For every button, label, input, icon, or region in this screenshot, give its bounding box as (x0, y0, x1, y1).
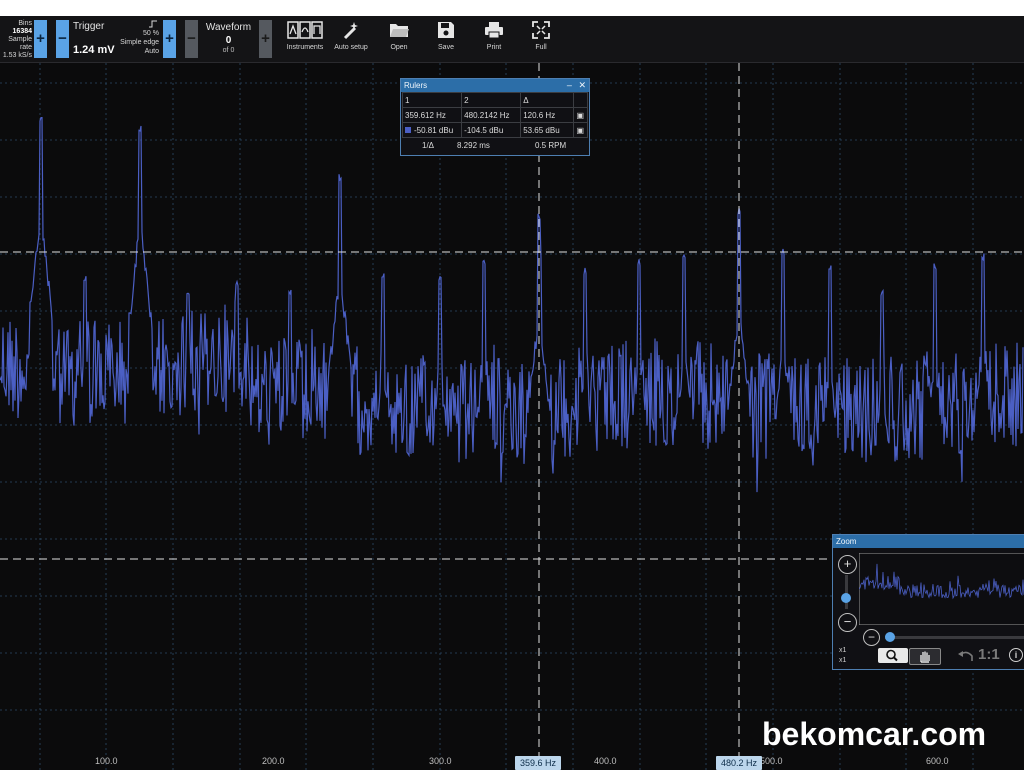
fullscreen-icon (532, 21, 550, 39)
waveform-count: of 0 (222, 47, 235, 54)
waveform-panel: Waveform 0 of 0 (200, 20, 257, 58)
bins-plus-button[interactable]: + (34, 20, 47, 58)
magnifier-icon (886, 649, 898, 662)
open-button[interactable]: Open (376, 18, 422, 60)
print-button[interactable]: Print (471, 18, 517, 60)
waveform-value: 0 (225, 35, 232, 46)
minimize-icon[interactable]: – (567, 80, 572, 90)
instruments-button[interactable]: Instruments (282, 18, 328, 60)
y-scale-readout: x1 (839, 657, 847, 664)
x-tick-500: 500.0 (760, 756, 783, 766)
close-icon[interactable]: ✕ (578, 80, 586, 90)
ruler-1-tag[interactable]: 359.6 Hz (515, 756, 562, 770)
trigger-percent: 50 % (143, 30, 159, 37)
save-label: Save (438, 44, 454, 51)
waveform-label: Waveform (205, 22, 252, 33)
auto-setup-button[interactable]: Auto setup (328, 18, 374, 60)
ruler-1-freq: 359.612 Hz (401, 107, 463, 123)
spectrum-trace (0, 116, 1024, 493)
full-label: Full (535, 44, 547, 51)
rising-edge-icon (149, 20, 157, 28)
open-label: Open (390, 44, 408, 51)
ruler-2-level: -104.5 dBu (461, 122, 522, 138)
trigger-mode: Auto (144, 48, 159, 55)
zoom-in-button[interactable]: + (838, 555, 857, 574)
zoom-ratio-button[interactable]: 1:1 (978, 646, 1000, 663)
horizontal-slider-handle[interactable] (885, 632, 895, 642)
sample-rate-label: Sample rate (8, 36, 32, 51)
wand-icon (343, 22, 358, 40)
undo-zoom-icon[interactable] (957, 649, 975, 663)
x-tick-100: 100.0 (95, 756, 118, 766)
zoom-out-button[interactable]: − (838, 613, 857, 632)
trigger-minus-button[interactable]: − (56, 20, 69, 58)
toolbar: Bins 16384 Sample rate 1.53 kS/s + − Tri… (0, 16, 1024, 63)
save-icon (438, 22, 454, 38)
period-value: 8.292 ms (457, 141, 490, 150)
instruments-icon (287, 21, 323, 39)
table-row: -50.81 dBu -104.5 dBu 53.65 dBu ▣ (401, 122, 589, 138)
ruler-col-delta: Δ (520, 92, 574, 108)
waveform-minus-button[interactable]: − (185, 20, 198, 58)
rulers-header[interactable]: Rulers – ✕ (401, 79, 589, 92)
full-button[interactable]: Full (518, 18, 564, 60)
trigger-value: 1.24 mV (73, 44, 115, 56)
trigger-plus-button[interactable]: + (163, 20, 176, 58)
lock-icon[interactable]: ▣ (572, 107, 589, 123)
ruler-2-tag[interactable]: 480.2 Hz (716, 756, 763, 770)
pan-mode-button[interactable] (909, 648, 941, 665)
zoom-mode-button[interactable] (878, 648, 908, 663)
hand-icon (920, 651, 930, 663)
bins-value: 16384 (12, 28, 32, 35)
ruler-2-freq: 480.2142 Hz (461, 107, 522, 123)
x-tick-300: 300.0 (429, 756, 452, 766)
instruments-label: Instruments (286, 44, 324, 51)
horizontal-zoom-slider[interactable] (885, 632, 1024, 642)
zoom-overview-plot[interactable] (859, 553, 1024, 625)
sample-rate-value: 1.53 kS/s (2, 52, 32, 59)
ruler-summary-row: 1/Δ 8.292 ms 0.5 RPM (402, 138, 588, 153)
bins-readout: Bins 16384 Sample rate 1.53 kS/s (0, 20, 32, 59)
x-tick-400: 400.0 (594, 756, 617, 766)
vertical-zoom-slider[interactable] (841, 575, 851, 609)
x-tick-600: 600.0 (926, 756, 949, 766)
trigger-panel[interactable]: Trigger 1.24 mV 50 % Simple edge Auto (71, 20, 161, 58)
save-button[interactable]: Save (423, 18, 469, 60)
ruler-col-1: 1 (401, 92, 463, 108)
channel-color-swatch (405, 126, 411, 133)
ruler-1-level: -50.81 dBu (414, 125, 454, 135)
delta-level: 53.65 dBu (520, 122, 574, 138)
trigger-type: Simple edge (120, 39, 159, 46)
zoom-title: Zoom (836, 537, 857, 546)
waveform-plus-button[interactable]: + (259, 20, 272, 58)
table-row: 359.612 Hz 480.2142 Hz 120.6 Hz ▣ (401, 107, 589, 123)
zoom-panel[interactable]: Zoom + − − x1 x1 1:1 i (832, 534, 1024, 670)
x-scale-readout: x1 (839, 647, 847, 654)
zoom-header[interactable]: Zoom (833, 535, 1024, 548)
rulers-title: Rulers (404, 81, 428, 90)
print-label: Print (486, 44, 502, 51)
lock-icon[interactable]: ▣ (572, 122, 589, 138)
folder-icon (390, 24, 409, 37)
rulers-table: 1 2 Δ 359.612 Hz 480.2142 Hz 120.6 Hz ▣ … (401, 92, 589, 138)
ruler-col-2: 2 (461, 92, 522, 108)
bins-label: Bins (18, 20, 32, 27)
info-icon[interactable]: i (1009, 648, 1023, 662)
horizontal-zoom-out-button[interactable]: − (863, 629, 880, 646)
auto-setup-label: Auto setup (334, 44, 368, 51)
trigger-label: Trigger (73, 21, 105, 32)
printer-icon (485, 22, 503, 39)
watermark-text: bekomcar.com (762, 716, 987, 752)
vertical-slider-handle[interactable] (841, 593, 851, 603)
delta-freq: 120.6 Hz (520, 107, 574, 123)
rulers-panel[interactable]: Rulers – ✕ 1 2 Δ 359.612 Hz 480.2142 Hz … (400, 78, 590, 156)
rpm-value: 0.5 RPM (535, 141, 567, 150)
table-row: 1 2 Δ (401, 92, 589, 108)
inverse-delta-label: 1/Δ (422, 141, 435, 150)
app-window: Bins 16384 Sample rate 1.53 kS/s + − Tri… (0, 16, 1024, 770)
x-tick-200: 200.0 (262, 756, 285, 766)
